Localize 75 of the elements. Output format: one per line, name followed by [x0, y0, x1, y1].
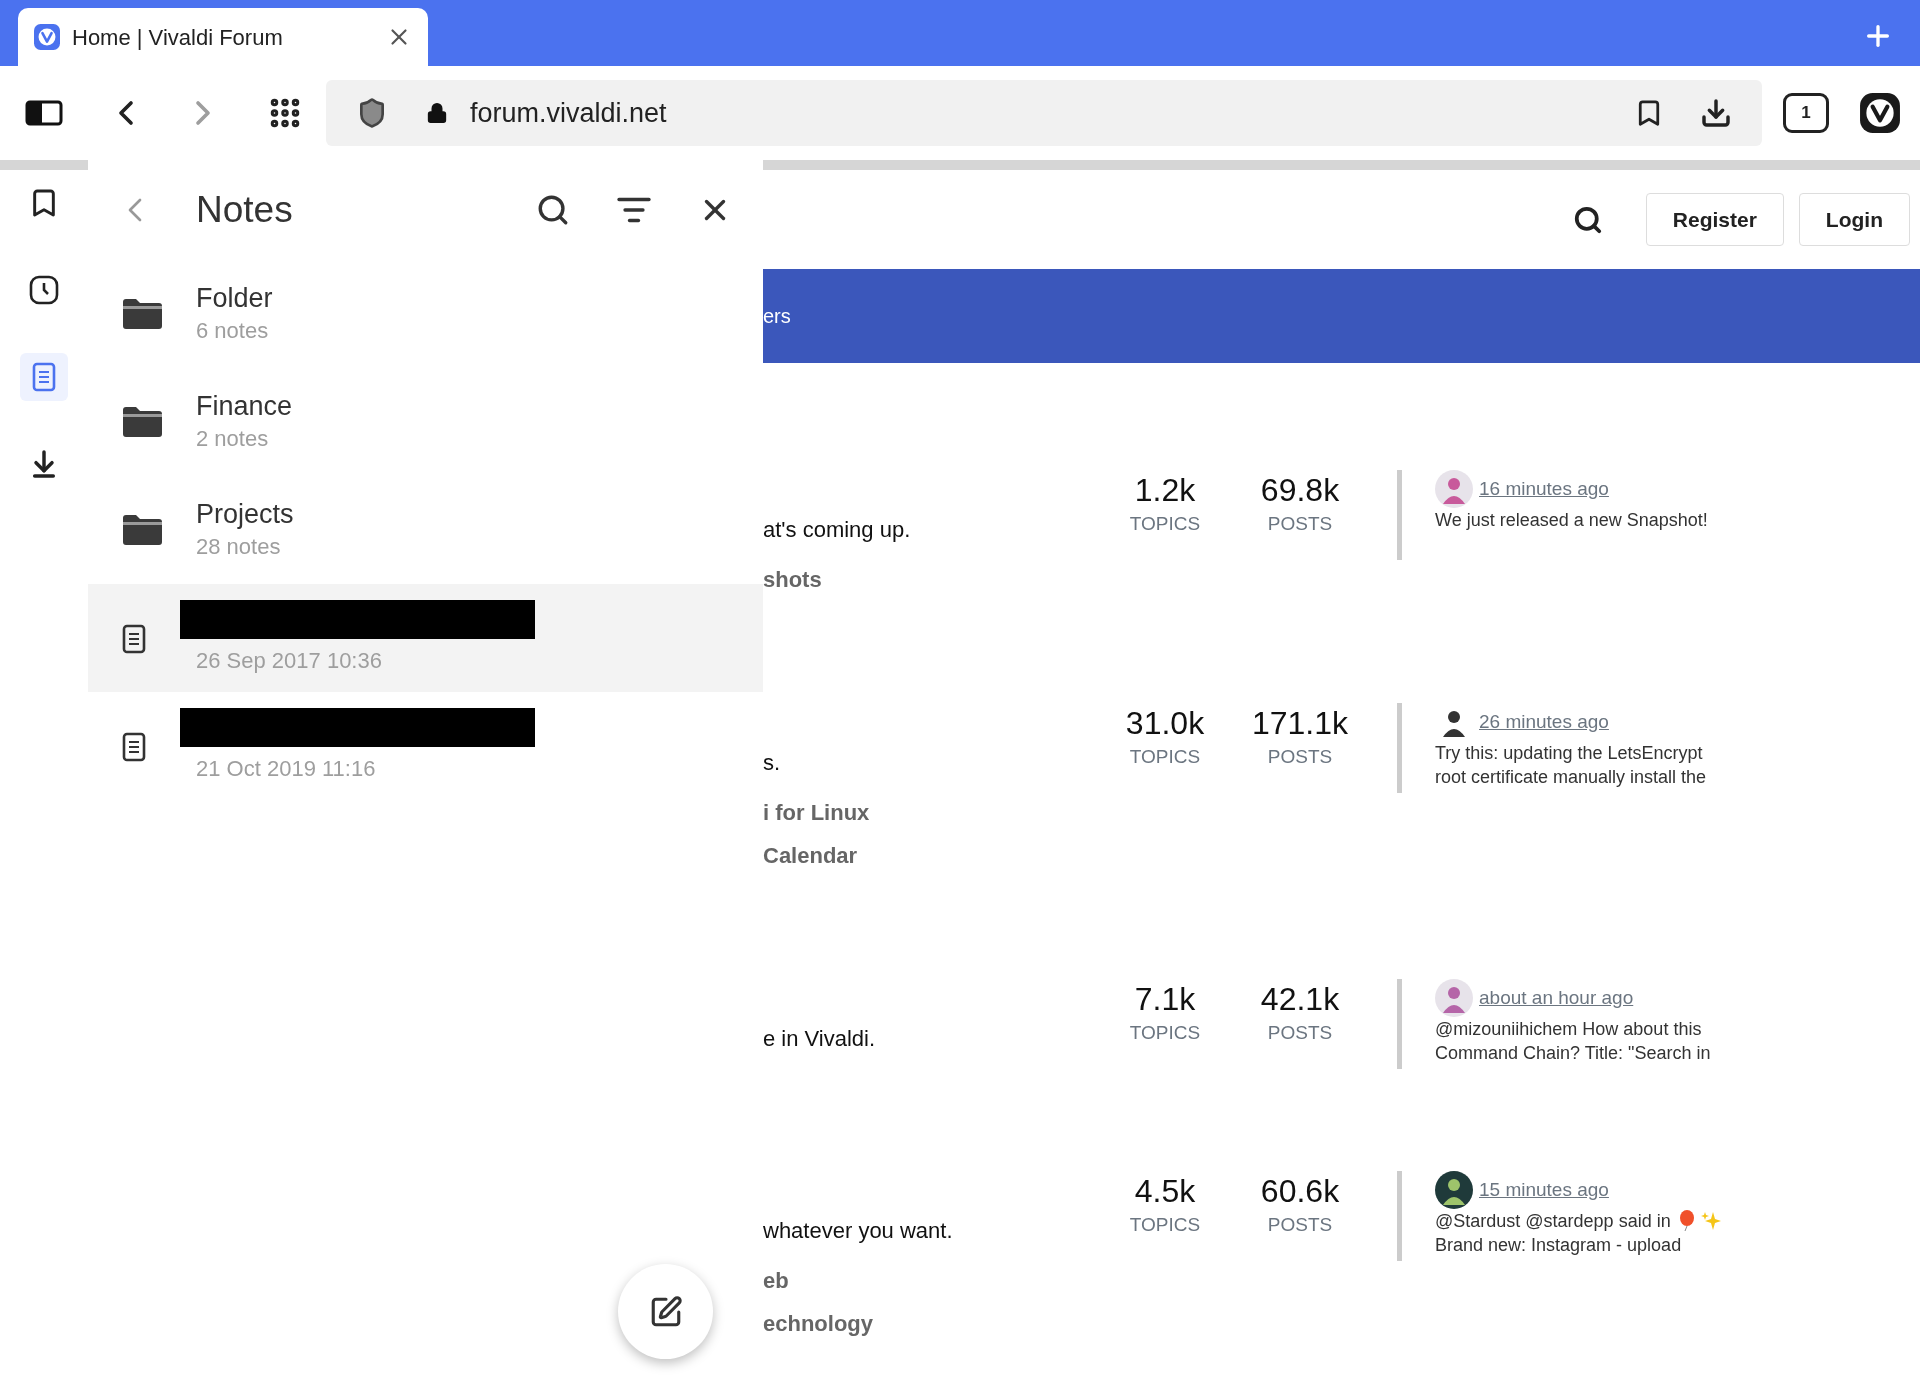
topic-label: TOPICS: [1129, 745, 1201, 769]
topic-label: TOPICS: [1129, 512, 1201, 536]
subcategory-link[interactable]: shots: [763, 558, 1105, 601]
note-icon: [122, 624, 146, 654]
download-icon[interactable]: [1700, 97, 1732, 129]
category-description: at's coming up.: [763, 516, 912, 544]
avatar-icon: [1435, 979, 1473, 1017]
folder-item[interactable]: Folder 6 notes: [88, 260, 763, 368]
last-post-time[interactable]: 15 minutes ago: [1479, 1175, 1609, 1205]
vivaldi-logo-icon: [34, 24, 60, 50]
vivaldi-menu-icon: [1859, 92, 1901, 134]
last-post-time[interactable]: 16 minutes ago: [1479, 474, 1609, 504]
lock-icon: [426, 102, 448, 124]
folder-name: Finance: [196, 390, 293, 423]
clock-icon: [28, 274, 60, 306]
category-description: s.: [763, 749, 782, 777]
post-label: POSTS: [1267, 512, 1333, 536]
folder-name: Folder: [196, 282, 273, 315]
last-post-text: @mizouniihichem How about this: [1435, 1018, 1702, 1041]
post-count: 69.8k: [1260, 471, 1340, 510]
last-post-time[interactable]: 26 minutes ago: [1479, 707, 1609, 737]
topic-count: 4.5k: [1134, 1172, 1196, 1211]
last-post-text: @Stardust @stardepp said in: [1435, 1210, 1671, 1233]
post-count: 60.6k: [1260, 1172, 1340, 1211]
tab-title: Home | Vivaldi Forum: [72, 23, 284, 52]
topic-count: 31.0k: [1125, 704, 1205, 743]
note-count: 6 notes: [196, 317, 270, 345]
folder-icon: [121, 514, 163, 546]
note-icon: [122, 732, 146, 762]
category-description: e in Vivaldi.: [763, 1025, 877, 1053]
subcategory-link[interactable]: Calendar: [763, 834, 1105, 877]
note-date: 26 Sep 2017 10:36: [196, 646, 383, 675]
post-label: POSTS: [1267, 1213, 1333, 1237]
avatar-icon: [1435, 470, 1473, 508]
last-post-time[interactable]: about an hour ago: [1479, 983, 1634, 1013]
post-label: POSTS: [1267, 1021, 1333, 1045]
url-text: forum.vivaldi.net: [470, 96, 668, 130]
tab-counter[interactable]: 1: [1783, 93, 1829, 133]
subcategory-link[interactable]: i for Linux: [763, 791, 1105, 834]
post-count: 42.1k: [1260, 980, 1340, 1019]
search-icon[interactable]: [1572, 204, 1603, 235]
last-post-text: root certificate manually install the: [1435, 766, 1707, 789]
address-bar[interactable]: forum.vivaldi.net: [326, 80, 1762, 146]
search-icon[interactable]: [536, 193, 570, 227]
header-button[interactable]: Register: [1645, 193, 1784, 246]
panel-toggle-icon[interactable]: [25, 100, 63, 126]
folder-icon: [121, 298, 163, 330]
panel-title: Notes: [196, 188, 294, 233]
post-label: POSTS: [1267, 745, 1333, 769]
topic-count: 7.1k: [1134, 980, 1196, 1019]
last-post-text: We just released a new Snapshot!: [1435, 509, 1708, 532]
folder-icon: [121, 406, 163, 438]
new-note-button[interactable]: [618, 1264, 713, 1359]
subcategory-link[interactable]: echnology: [763, 1302, 1105, 1345]
note-count: 28 notes: [196, 533, 282, 561]
note-date: 21 Oct 2019 11:16: [196, 754, 377, 783]
folder-item[interactable]: Projects 28 notes: [88, 476, 763, 584]
header-button[interactable]: Login: [1798, 193, 1910, 246]
subcategory-link[interactable]: eb: [763, 1259, 1105, 1302]
topic-count: 1.2k: [1134, 471, 1196, 510]
category-description: whatever you want.: [763, 1217, 954, 1245]
post-count: 171.1k: [1251, 704, 1349, 743]
folder-name: Projects: [196, 498, 294, 531]
note-icon: [32, 362, 56, 392]
folder-item[interactable]: Finance 2 notes: [88, 368, 763, 476]
browser-tab[interactable]: Home | Vivaldi Forum: [18, 8, 428, 66]
banner-text: ers: [763, 304, 791, 329]
note-count: 2 notes: [196, 425, 270, 453]
last-post-text: Brand new: Instagram - upload: [1435, 1234, 1682, 1257]
last-post-text: Try this: updating the LetsEncrypt: [1435, 742, 1703, 765]
sparkles-icon: [1700, 1211, 1721, 1231]
topic-label: TOPICS: [1129, 1021, 1201, 1045]
avatar-icon: [1435, 1171, 1473, 1209]
topic-label: TOPICS: [1129, 1213, 1201, 1237]
last-post-text: Command Chain? Title: "Search in: [1435, 1042, 1711, 1065]
